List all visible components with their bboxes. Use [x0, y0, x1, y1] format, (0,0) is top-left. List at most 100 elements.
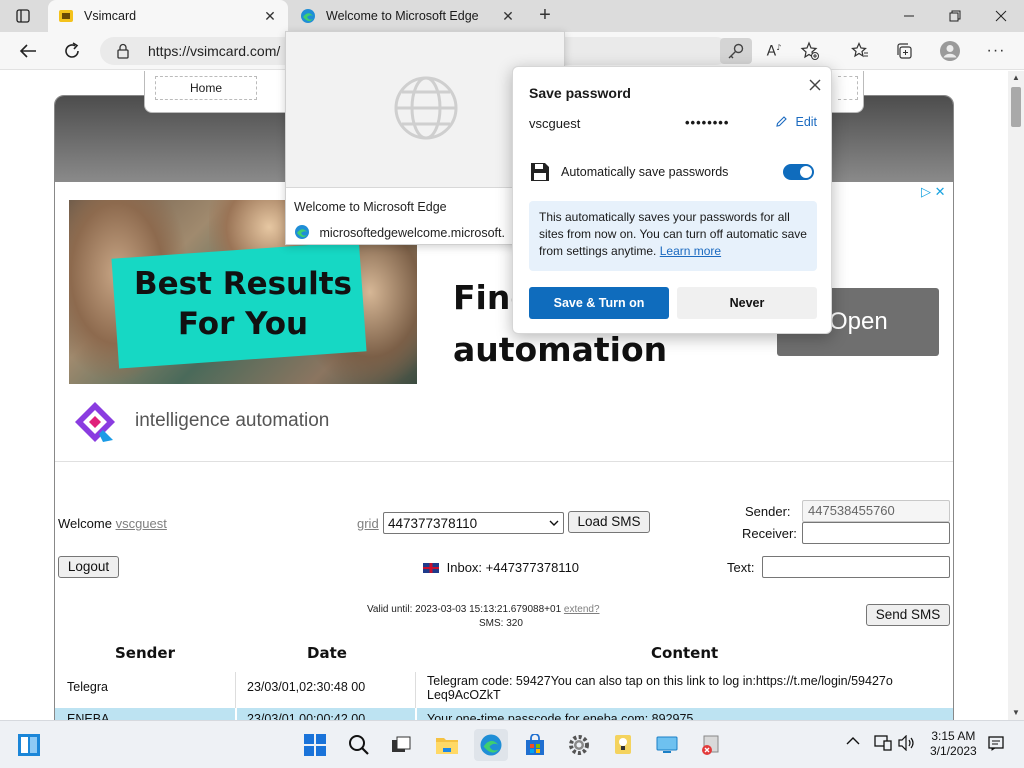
- content-cell: Telegram code: 59427You can also tap on …: [427, 674, 947, 702]
- widgets-button[interactable]: [12, 729, 46, 761]
- restore-icon: [949, 10, 961, 22]
- column-header-date: Date: [307, 644, 347, 662]
- learn-more-link[interactable]: Learn more: [660, 244, 721, 258]
- sender-cell: Telegra: [67, 680, 108, 694]
- date-cell: 23/03/01,00:00:42 00: [247, 712, 366, 720]
- close-icon[interactable]: [805, 75, 825, 95]
- tab-strip: Vsimcard ✕ Welcome to Microsoft Edge ✕ +: [0, 0, 1024, 32]
- page-scrollbar[interactable]: ▲ ▼: [1008, 71, 1024, 720]
- send-sms-button[interactable]: Send SMS: [866, 604, 950, 626]
- toggle-knob: [800, 166, 812, 178]
- back-button[interactable]: [14, 37, 42, 65]
- table-row[interactable]: Telegra 23/03/01,02:30:48 00 Telegram co…: [55, 672, 953, 710]
- sim-card-icon: [59, 10, 73, 22]
- edge-taskbar-button[interactable]: [474, 729, 508, 761]
- show-hidden-icons-button[interactable]: [846, 735, 860, 763]
- scrollbar-thumb[interactable]: [1011, 87, 1021, 127]
- divider: [235, 672, 236, 710]
- lock-icon[interactable]: [116, 43, 130, 59]
- task-view-icon: [392, 736, 411, 752]
- collections-icon: [897, 43, 912, 59]
- tab-title: Vsimcard: [84, 9, 137, 23]
- add-favorite-button[interactable]: [796, 37, 824, 65]
- start-button[interactable]: [298, 729, 332, 761]
- text-field[interactable]: [762, 556, 950, 578]
- settings-button[interactable]: [562, 729, 596, 761]
- store-button[interactable]: [518, 729, 552, 761]
- close-tab-icon[interactable]: ✕: [500, 8, 516, 25]
- scroll-up-icon[interactable]: ▲: [1008, 71, 1024, 85]
- edit-button[interactable]: Edit: [775, 115, 817, 129]
- tips-button[interactable]: [606, 729, 640, 761]
- file-explorer-button[interactable]: [430, 729, 464, 761]
- clock[interactable]: 3:15 AM 3/1/2023: [930, 729, 977, 758]
- tab-actions-button[interactable]: [6, 4, 40, 28]
- dialog-title: Save password: [529, 85, 631, 101]
- save-turn-on-button[interactable]: Save & Turn on: [529, 287, 669, 319]
- close-tab-icon[interactable]: ✕: [262, 8, 278, 25]
- collections-button[interactable]: [890, 37, 918, 65]
- settings-menu-button[interactable]: ···: [982, 37, 1010, 65]
- valid-until-text: Valid until: 2023-03-03 15:13:21.679088+…: [367, 604, 562, 615]
- uk-flag-icon: [423, 563, 439, 573]
- extend-link[interactable]: extend?: [564, 604, 600, 615]
- scroll-down-icon[interactable]: ▼: [1008, 706, 1024, 720]
- nav-home-link[interactable]: Home: [155, 76, 257, 100]
- grid-link[interactable]: grid: [357, 516, 379, 531]
- logout-button[interactable]: Logout: [58, 556, 119, 578]
- store-icon: [526, 734, 544, 755]
- password-key-button[interactable]: [720, 38, 752, 64]
- content-cell: Your one-time passcode for eneba.com: 89…: [427, 712, 694, 720]
- preview-url-text: microsoftedgewelcome.microsoft.: [319, 226, 505, 240]
- never-button[interactable]: Never: [677, 287, 817, 319]
- ad-headline: Best Results For You: [123, 264, 363, 344]
- new-tab-button[interactable]: +: [534, 4, 556, 26]
- minimize-button[interactable]: [886, 0, 932, 32]
- pencil-icon: [776, 116, 787, 127]
- notification-icon: [988, 736, 1004, 751]
- lightbulb-icon: [615, 735, 631, 754]
- remote-desktop-button[interactable]: [650, 729, 684, 761]
- ad-choices-icon[interactable]: ▷ ✕: [921, 184, 946, 200]
- network-button[interactable]: [874, 735, 892, 763]
- chevron-up-icon: [846, 737, 860, 745]
- ad-headline-line: For You: [177, 306, 309, 342]
- load-sms-button[interactable]: Load SMS: [568, 511, 650, 533]
- column-header-sender: Sender: [115, 644, 175, 662]
- read-aloud-button[interactable]: A♪: [760, 37, 788, 65]
- search-button[interactable]: [342, 729, 376, 761]
- edge-logo-icon: [295, 225, 309, 239]
- chevron-down-icon: [549, 520, 559, 526]
- notifications-button[interactable]: [988, 735, 1004, 763]
- restore-button[interactable]: [932, 0, 978, 32]
- tab-actions-icon: [16, 9, 30, 23]
- volume-button[interactable]: [898, 734, 916, 763]
- tab-vsimcard[interactable]: Vsimcard ✕: [48, 0, 288, 32]
- welcome-text: Welcome vscguest: [58, 516, 167, 531]
- app-button[interactable]: [694, 729, 728, 761]
- divider: [415, 708, 417, 720]
- profile-button[interactable]: [936, 37, 964, 65]
- url-text: https://vsimcard.com/: [148, 43, 281, 59]
- refresh-button[interactable]: [58, 37, 86, 65]
- number-select[interactable]: 447377378110: [383, 512, 564, 534]
- task-view-button[interactable]: [384, 729, 418, 761]
- auto-save-info: This automatically saves your passwords …: [529, 201, 817, 271]
- receiver-label: Receiver:: [742, 526, 797, 541]
- favorites-button[interactable]: [846, 37, 874, 65]
- auto-save-toggle[interactable]: [783, 164, 814, 180]
- edge-logo-icon: [480, 734, 502, 756]
- close-window-button[interactable]: [978, 0, 1024, 32]
- globe-icon: [394, 76, 458, 140]
- text-label: Text:: [727, 560, 755, 575]
- sender-field[interactable]: 447538455760: [802, 500, 950, 522]
- receiver-field[interactable]: [802, 522, 950, 544]
- nav-item[interactable]: [838, 76, 858, 100]
- table-row[interactable]: ENEBA 23/03/01,00:00:42 00 Your one-time…: [55, 708, 953, 720]
- username-link[interactable]: vscguest: [116, 516, 167, 531]
- edge-logo-icon: [301, 9, 315, 23]
- ad-brand: intelligence automation: [135, 410, 330, 431]
- inbox-label: Inbox: +447377378110: [446, 560, 580, 575]
- tab-welcome-edge[interactable]: Welcome to Microsoft Edge ✕: [290, 0, 526, 32]
- divider: [55, 461, 953, 462]
